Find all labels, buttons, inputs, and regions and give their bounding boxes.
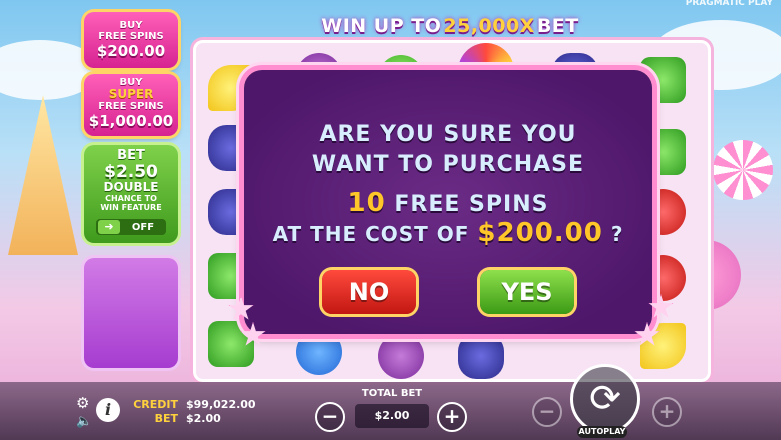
blue-candy-symbol — [296, 329, 342, 375]
spin-minus-button[interactable]: − — [532, 397, 562, 427]
gear-icon[interactable]: ⚙ — [76, 394, 89, 412]
yes-button[interactable]: YES — [480, 270, 574, 314]
dialog-line4: AT THE COST OF $200.00 ? — [244, 218, 652, 248]
credit-value-block: $99,022.00 $2.00 — [186, 398, 256, 426]
dialog-line3: 10 FREE SPINS — [244, 188, 652, 218]
ante-bet-amount: $2.50 — [104, 162, 158, 182]
dialog-spins-count: 10 — [347, 188, 386, 218]
arrow-right-icon: ➜ — [98, 220, 120, 234]
ice-cream-cone-decoration — [8, 95, 78, 255]
ante-bet-label: BET — [117, 148, 145, 163]
dialog-cost-prefix: AT THE COST OF — [272, 222, 470, 246]
dialog-cost-suffix: ? — [610, 222, 624, 246]
lollipop-decoration — [713, 140, 773, 200]
no-button[interactable]: NO — [322, 270, 416, 314]
buy-super-line2: SUPER — [108, 87, 154, 101]
bet-decrease-button[interactable]: − — [315, 402, 345, 432]
purchase-confirm-dialog: ARE YOU SURE YOU WANT TO PURCHASE 10 FRE… — [244, 70, 652, 334]
buy-super-price: $1,000.00 — [88, 112, 174, 130]
speaker-icon[interactable]: 🔈 — [76, 414, 92, 429]
banner-suffix: BET — [536, 15, 579, 37]
dialog-line2: WANT TO PURCHASE — [311, 152, 585, 177]
max-win-banner: WIN UP TO 25,000X BET — [290, 10, 610, 42]
credit-label-block: CREDIT BET — [128, 398, 178, 426]
buy-free-spins-button[interactable]: BUY FREE SPINS $200.00 — [84, 12, 178, 68]
spin-plus-button[interactable]: + — [652, 397, 682, 427]
credit-label: CREDIT — [133, 398, 178, 411]
spin-arrows-icon[interactable]: ⟳ — [570, 364, 640, 434]
ante-bet-panel: BET $2.50 DOUBLE CHANCE TO WIN FEATURE ➜… — [84, 145, 178, 243]
banner-prefix: WIN UP TO — [321, 15, 442, 37]
dialog-line1: ARE YOU SURE YOU — [319, 122, 577, 147]
feature-panel — [84, 258, 178, 368]
ante-bet-toggle[interactable]: ➜ OFF — [96, 219, 166, 235]
total-bet-value: $2.00 — [355, 404, 429, 428]
credit-value: $99,022.00 — [186, 398, 256, 411]
provider-logo: PRAGMATIC PLAY — [685, 0, 773, 8]
ante-bet-toggle-state: OFF — [131, 221, 155, 233]
buy-free-spins-line2: FREE SPINS — [98, 31, 164, 42]
buy-super-free-spins-button[interactable]: BUY SUPER FREE SPINS $1,000.00 — [84, 74, 178, 136]
autoplay-button[interactable]: AUTOPLAY — [577, 426, 627, 438]
buy-free-spins-price: $200.00 — [96, 42, 166, 60]
ante-bet-line5: WIN FEATURE — [100, 203, 162, 212]
info-icon[interactable]: i — [96, 398, 120, 422]
banner-multiplier: 25,000X — [443, 15, 535, 37]
ante-bet-line4: CHANCE TO — [105, 194, 157, 203]
grape-symbol — [458, 333, 504, 379]
ante-bet-double: DOUBLE — [103, 180, 159, 194]
total-bet-label: TOTAL BET — [361, 388, 423, 399]
buy-super-line3: FREE SPINS — [98, 101, 164, 112]
buy-free-spins-line1: BUY — [119, 20, 143, 31]
bet-increase-button[interactable]: + — [437, 402, 467, 432]
bet-value: $2.00 — [186, 412, 221, 425]
dialog-spins-label: FREE SPINS — [394, 192, 549, 217]
plum-symbol — [378, 333, 424, 379]
dialog-cost-value: $200.00 — [477, 218, 603, 248]
bet-label: BET — [154, 412, 178, 425]
